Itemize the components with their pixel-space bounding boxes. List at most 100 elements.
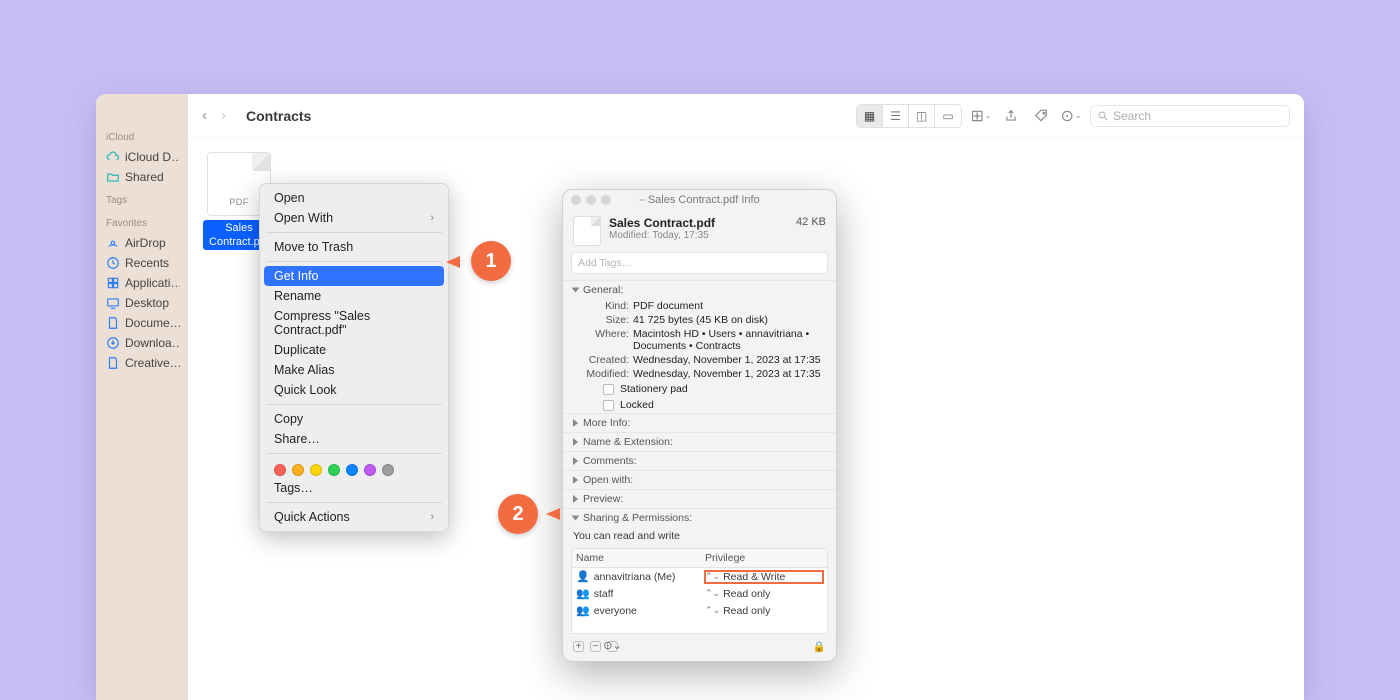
permissions-row-empty	[572, 619, 827, 633]
cm-get-info[interactable]: Get Info	[264, 266, 444, 286]
permissions-row-everyone[interactable]: 👥everyone ⌃⌄Read only	[572, 602, 827, 619]
section-open-with[interactable]: Open with:	[563, 470, 836, 489]
permissions-body: 👤annavitriana (Me) ⌃⌄Read & Write 👥staff…	[571, 567, 828, 634]
cm-separator	[266, 453, 442, 454]
privilege-select-owner[interactable]: ⌃⌄Read & Write	[705, 571, 823, 583]
sidebar-item-icloud-drive[interactable]: iCloud D…	[104, 147, 180, 167]
sidebar-item-airdrop[interactable]: AirDrop	[104, 233, 180, 253]
disclosure-triangle-icon	[572, 288, 580, 293]
action-menu-button[interactable]: ⊙⌄	[1060, 105, 1082, 127]
tag-color-dot[interactable]	[274, 464, 286, 476]
privilege-select-everyone[interactable]: ⌃⌄Read only	[705, 605, 823, 617]
cm-tag-colors[interactable]	[260, 458, 448, 478]
view-gallery-button[interactable]: ▭	[935, 105, 961, 127]
person-icon: 👤	[576, 570, 590, 583]
section-general[interactable]: General:	[563, 280, 836, 299]
permissions-row-owner[interactable]: 👤annavitriana (Me) ⌃⌄Read & Write	[572, 568, 827, 585]
cm-separator	[266, 261, 442, 262]
get-info-window: ⎯ Sales Contract.pdf Info Sales Contract…	[562, 189, 837, 662]
sidebar-item-downloads[interactable]: Downloa…	[104, 333, 180, 353]
document-icon	[106, 316, 120, 330]
sharing-note: You can read and write	[563, 527, 836, 545]
view-icon-button[interactable]: ▦	[857, 105, 883, 127]
info-file-modified: Modified: Today, 17:35	[609, 230, 715, 241]
cm-copy[interactable]: Copy	[260, 409, 448, 429]
permissions-row-staff[interactable]: 👥staff ⌃⌄Read only	[572, 585, 827, 602]
chevron-right-icon: ›	[430, 511, 434, 523]
checkbox-icon	[603, 384, 614, 395]
cm-quick-look[interactable]: Quick Look	[260, 380, 448, 400]
info-titlebar[interactable]: ⎯ Sales Contract.pdf Info	[563, 190, 836, 210]
tag-color-dot[interactable]	[310, 464, 322, 476]
cm-quick-actions[interactable]: Quick Actions›	[260, 507, 448, 527]
view-column-button[interactable]: ◫	[909, 105, 935, 127]
tags-button[interactable]	[1030, 105, 1052, 127]
privilege-select-staff[interactable]: ⌃⌄Read only	[705, 588, 823, 600]
clock-icon	[106, 256, 120, 270]
view-mode-group: ▦ ☰ ◫ ▭	[856, 104, 962, 128]
group-by-button[interactable]: ⊞⌄	[970, 105, 992, 127]
info-file-thumb	[573, 216, 601, 246]
download-icon	[106, 336, 120, 350]
desktop-icon	[106, 296, 120, 310]
search-field[interactable]: Search	[1090, 105, 1290, 127]
callout-arrow-2	[546, 508, 560, 520]
section-name-extension[interactable]: Name & Extension:	[563, 432, 836, 451]
tag-color-dot[interactable]	[382, 464, 394, 476]
cm-move-to-trash[interactable]: Move to Trash	[260, 237, 448, 257]
tag-color-dot[interactable]	[328, 464, 340, 476]
info-locked-checkbox[interactable]: Locked	[563, 397, 836, 413]
cm-open[interactable]: Open	[260, 188, 448, 208]
sidebar-item-recents[interactable]: Recents	[104, 253, 180, 273]
search-icon	[1097, 110, 1109, 122]
sidebar-item-creative[interactable]: Creative…	[104, 353, 180, 373]
add-permission-button[interactable]: +	[573, 641, 584, 652]
tag-color-dot[interactable]	[292, 464, 304, 476]
permissions-header: Name Privilege	[571, 548, 828, 567]
lock-icon[interactable]: 🔒	[813, 640, 826, 653]
popup-indicator-icon: ⌃⌄	[705, 571, 720, 582]
tag-color-dot[interactable]	[364, 464, 376, 476]
cm-share[interactable]: Share…	[260, 429, 448, 449]
permissions-table: Name Privilege 👤annavitriana (Me) ⌃⌄Read…	[571, 548, 828, 634]
sidebar-item-applications[interactable]: Applicati…	[104, 273, 180, 293]
cm-open-with[interactable]: Open With›	[260, 208, 448, 228]
info-kind: PDF document	[633, 300, 826, 312]
sidebar-item-documents[interactable]: Docume…	[104, 313, 180, 333]
callout-1: 1	[471, 241, 511, 281]
permission-action-button[interactable]: ⊙⌄	[607, 641, 618, 652]
permissions-footer: + − ⊙⌄ 🔒	[563, 634, 836, 661]
info-created: Wednesday, November 1, 2023 at 17:35	[633, 354, 826, 366]
cm-make-alias[interactable]: Make Alias	[260, 360, 448, 380]
info-stationery-checkbox[interactable]: Stationery pad	[563, 381, 836, 397]
section-more-info[interactable]: More Info:	[563, 413, 836, 432]
cm-rename[interactable]: Rename	[260, 286, 448, 306]
info-modified: Wednesday, November 1, 2023 at 17:35	[633, 368, 826, 380]
section-preview[interactable]: Preview:	[563, 489, 836, 508]
share-button[interactable]	[1000, 105, 1022, 127]
group-icon: 👥	[576, 604, 590, 617]
info-tags-field[interactable]: Add Tags…	[571, 252, 828, 274]
forward-button[interactable]: ›	[221, 107, 226, 124]
info-file-name: Sales Contract.pdf	[609, 216, 715, 230]
disclosure-triangle-icon	[573, 419, 578, 427]
sidebar-item-desktop[interactable]: Desktop	[104, 293, 180, 313]
disclosure-triangle-icon	[573, 457, 578, 465]
sidebar-section-favorites: Favorites	[104, 210, 180, 233]
tag-color-dot[interactable]	[346, 464, 358, 476]
section-comments[interactable]: Comments:	[563, 451, 836, 470]
sidebar-item-shared[interactable]: Shared	[104, 167, 180, 187]
view-list-button[interactable]: ☰	[883, 105, 909, 127]
disclosure-triangle-icon	[573, 438, 578, 446]
remove-permission-button[interactable]: −	[590, 641, 601, 652]
tag-icon	[1034, 109, 1048, 123]
applications-icon	[106, 276, 120, 290]
back-button[interactable]: ‹	[202, 107, 207, 124]
disclosure-triangle-icon	[573, 476, 578, 484]
cm-tags[interactable]: Tags…	[260, 478, 448, 498]
cm-compress[interactable]: Compress "Sales Contract.pdf"	[260, 306, 448, 340]
cm-duplicate[interactable]: Duplicate	[260, 340, 448, 360]
cm-separator	[266, 404, 442, 405]
info-where: Macintosh HD • Users • annavitriana • Do…	[633, 328, 826, 352]
section-sharing[interactable]: Sharing & Permissions:	[563, 508, 836, 527]
